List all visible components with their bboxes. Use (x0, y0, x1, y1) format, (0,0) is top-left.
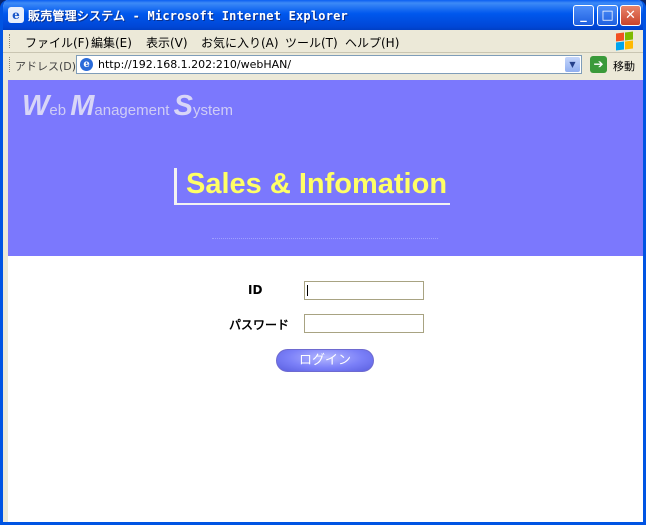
logo-text-anagement: anagement (94, 102, 174, 119)
logo-text-eb: eb (49, 102, 71, 119)
id-label: ID (248, 283, 263, 297)
header-banner: Web Management System Sales & Infomation (8, 80, 643, 256)
address-label: アドレス(D) (15, 60, 77, 73)
toolbar-grip[interactable] (9, 34, 13, 48)
menu-edit[interactable]: 編集(E) (91, 34, 132, 51)
chevron-down-icon[interactable]: ▼ (565, 57, 580, 72)
toolbar-grip[interactable] (9, 57, 13, 72)
logo-text-ystem: ystem (192, 102, 233, 119)
site-logo: Web Management System (22, 90, 233, 123)
ie-icon: e (8, 7, 24, 23)
password-field[interactable] (304, 314, 424, 333)
menu-view[interactable]: 表示(V) (146, 34, 188, 51)
windows-logo-icon (613, 31, 635, 51)
address-bar: アドレス(D) e http://192.168.1.202:210/webHA… (3, 53, 643, 77)
logo-letter-s: S (173, 90, 193, 122)
address-url[interactable]: http://192.168.1.202:210/webHAN/ (98, 58, 291, 71)
browser-window: e 販売管理システム - Microsoft Internet Explorer… (0, 0, 646, 525)
login-button[interactable]: ログイン (276, 349, 374, 372)
menu-bar: ファイル(F) 編集(E) 表示(V) お気に入り(A) ツール(T) ヘルプ(… (3, 30, 643, 53)
menu-help[interactable]: ヘルプ(H) (345, 34, 399, 51)
address-input[interactable]: e http://192.168.1.202:210/webHAN/ ▼ (76, 55, 582, 74)
logo-letter-w: W (22, 90, 50, 122)
id-field[interactable] (304, 281, 424, 300)
title-bar: e 販売管理システム - Microsoft Internet Explorer… (3, 0, 643, 30)
close-button[interactable]: ✕ (620, 5, 641, 26)
dotted-divider (212, 238, 438, 239)
password-label: パスワード (229, 318, 290, 332)
page-icon: e (80, 58, 93, 71)
page-title: Sales & Infomation (174, 168, 451, 205)
menu-tools[interactable]: ツール(T) (285, 34, 338, 51)
text-cursor (307, 285, 308, 296)
minimize-button[interactable]: _ (573, 5, 594, 26)
menu-file[interactable]: ファイル(F) (25, 34, 89, 51)
page-content: Web Management System Sales & Infomation… (8, 80, 643, 522)
maximize-button[interactable]: □ (597, 5, 618, 26)
window-title: 販売管理システム - Microsoft Internet Explorer (28, 9, 348, 23)
go-button[interactable]: 移動 (613, 58, 635, 74)
logo-letter-m: M (70, 90, 95, 122)
menu-favorites[interactable]: お気に入り(A) (201, 34, 279, 51)
go-arrow-icon[interactable]: ➔ (590, 56, 607, 73)
